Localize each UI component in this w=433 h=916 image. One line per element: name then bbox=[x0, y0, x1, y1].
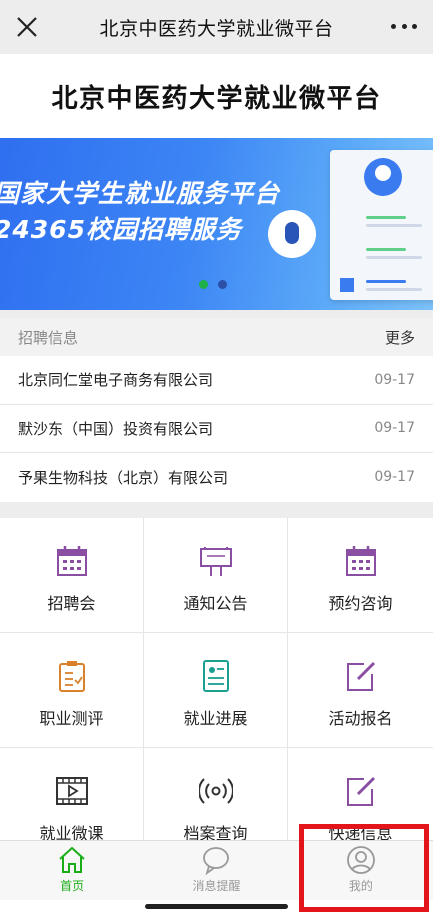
grid-item-employment-progress[interactable]: 就业进展 bbox=[144, 633, 288, 748]
grid-item-appointment[interactable]: 预约咨询 bbox=[288, 518, 433, 633]
recruit-section-header: 招聘信息 更多 bbox=[0, 318, 433, 356]
chat-bubble-icon bbox=[203, 847, 230, 875]
company-name: 北京同仁堂电子商务有限公司 bbox=[18, 371, 214, 390]
company-name: 默沙东（中国）投资有限公司 bbox=[18, 419, 214, 438]
tab-label: 消息提醒 bbox=[192, 879, 241, 893]
carousel-dot-active[interactable] bbox=[199, 280, 208, 289]
grid-item-notices[interactable]: 通知公告 bbox=[144, 518, 288, 633]
calendar-icon bbox=[56, 546, 87, 576]
resume-card-graphic bbox=[330, 150, 433, 300]
grid-item-label: 档案查询 bbox=[183, 824, 248, 840]
clipboard-check-icon bbox=[58, 661, 85, 692]
carousel-dot[interactable] bbox=[218, 280, 227, 289]
tab-home[interactable]: 首页 bbox=[0, 841, 144, 900]
recruit-list: 北京同仁堂电子商务有限公司 09-17 默沙东（中国）投资有限公司 09-17 … bbox=[0, 356, 433, 502]
grid-item-label: 就业微课 bbox=[39, 824, 104, 840]
list-item[interactable]: 北京同仁堂电子商务有限公司 09-17 bbox=[0, 356, 433, 405]
post-date: 09-17 bbox=[374, 420, 415, 437]
list-item[interactable]: 予果生物科技（北京）有限公司 09-17 bbox=[0, 453, 433, 502]
avatar-graphic bbox=[364, 158, 402, 196]
grid-item-label: 招聘会 bbox=[47, 594, 96, 613]
banner-carousel[interactable]: 国家大学生就业服务平台 24365校园招聘服务 bbox=[0, 138, 433, 310]
calendar-icon bbox=[345, 546, 376, 576]
nav-title: 北京中医药大学就业微平台 bbox=[99, 17, 334, 40]
grid-item-label: 职业测评 bbox=[39, 709, 104, 728]
carousel-indicator bbox=[199, 280, 227, 289]
id-card-icon bbox=[202, 660, 229, 692]
grid-item-label: 活动报名 bbox=[328, 709, 393, 728]
grid-item-micro-course[interactable]: 就业微课 bbox=[0, 748, 144, 840]
banner-subheadline: 24365校园招聘服务 bbox=[0, 215, 242, 244]
company-name: 予果生物科技（北京）有限公司 bbox=[18, 468, 229, 487]
edit-icon bbox=[346, 776, 375, 806]
post-date: 09-17 bbox=[374, 371, 415, 388]
post-date: 09-17 bbox=[374, 469, 415, 486]
list-item[interactable]: 默沙东（中国）投资有限公司 09-17 bbox=[0, 405, 433, 453]
more-link[interactable]: 更多 bbox=[385, 327, 415, 348]
grid-item-job-fair[interactable]: 招聘会 bbox=[0, 518, 144, 633]
more-dots-icon[interactable] bbox=[391, 14, 417, 38]
home-indicator bbox=[145, 904, 288, 909]
page-header: 北京中医药大学就业微平台 bbox=[0, 54, 433, 138]
grid-item-label: 通知公告 bbox=[183, 594, 248, 613]
video-play-icon bbox=[55, 777, 88, 805]
grid-item-label: 预约咨询 bbox=[328, 594, 393, 613]
banner-headline: 国家大学生就业服务平台 bbox=[0, 179, 281, 208]
grid-item-event-signup[interactable]: 活动报名 bbox=[288, 633, 433, 748]
grid-item-career-test[interactable]: 职业测评 bbox=[0, 633, 144, 748]
edit-icon bbox=[346, 661, 375, 691]
grid-item-label: 就业进展 bbox=[183, 709, 248, 728]
recruit-section-label: 招聘信息 bbox=[18, 328, 79, 347]
function-grid: 招聘会 通知公告 预约咨询 职业测评 就业进展 活动报名 就业微课 档案查询 快… bbox=[0, 518, 433, 840]
magnifier-graphic bbox=[268, 210, 316, 258]
highlight-box bbox=[299, 824, 429, 912]
tab-messages[interactable]: 消息提醒 bbox=[144, 841, 288, 900]
tab-label: 首页 bbox=[60, 879, 85, 893]
billboard-icon bbox=[199, 547, 232, 576]
close-icon[interactable] bbox=[12, 12, 42, 42]
broadcast-icon bbox=[198, 778, 233, 804]
home-icon bbox=[59, 846, 85, 873]
page-title: 北京中医药大学就业微平台 bbox=[51, 83, 382, 114]
nav-bar: 北京中医药大学就业微平台 bbox=[0, 0, 433, 54]
grid-item-archive-query[interactable]: 档案查询 bbox=[144, 748, 288, 840]
